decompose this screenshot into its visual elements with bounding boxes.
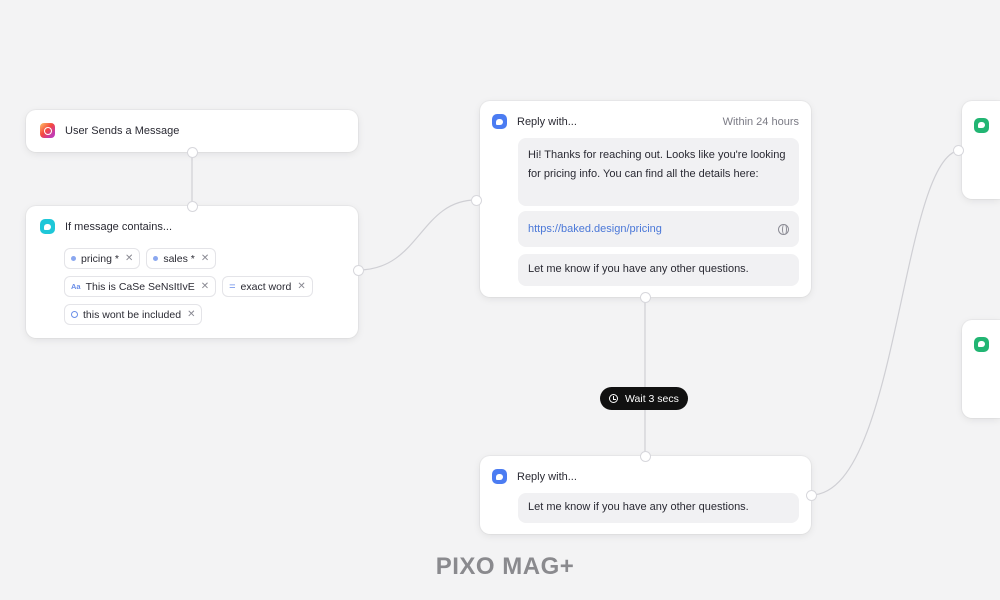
close-icon[interactable]: ✕ [201,253,209,264]
reply-2-input-port[interactable] [641,452,650,461]
keyword-chip-case-sensitive[interactable]: Aa This is CaSe SeNsItIvE ✕ [64,276,217,297]
chip-label: sales * [163,252,195,265]
next-node-1-input-port[interactable] [954,146,963,155]
instagram-icon [40,123,55,138]
chat-bubble-icon [492,469,507,484]
condition-node[interactable]: If message contains... pricing * ✕ sales… [26,206,358,338]
chip-label: This is CaSe SeNsItIvE [85,280,195,293]
trigger-header: User Sends a Message [40,123,344,138]
reply-2-message[interactable]: Let me know if you have any other questi… [518,493,799,523]
flow-canvas[interactable]: User Sends a Message If message contains… [0,0,1000,600]
reply-1-timing: Within 24 hours [722,115,799,128]
reply-1-link[interactable]: https://baked.design/pricing [518,211,799,247]
chat-bubble-icon [40,219,55,234]
chip-label: exact word [240,280,292,293]
reply-1-message[interactable]: Hi! Thanks for reaching out. Looks like … [518,138,799,206]
close-icon[interactable]: ✕ [187,309,195,320]
reply-1-output-port[interactable] [641,293,650,302]
condition-header: If message contains... [40,219,344,234]
link-text[interactable]: https://baked.design/pricing [528,220,662,239]
keyword-chip-exact-word[interactable]: = exact word ✕ [222,276,313,297]
close-icon[interactable]: ✕ [201,281,209,292]
keyword-chips: pricing * ✕ sales * ✕ Aa This is CaSe Se… [64,248,364,332]
keyword-chip-pricing[interactable]: pricing * ✕ [64,248,141,269]
equals-icon: = [229,280,236,293]
globe-icon [778,223,789,235]
next-node-1[interactable] [962,101,1000,199]
reply-node-1[interactable]: Reply with... Within 24 hours Hi! Thanks… [480,101,811,297]
chat-bubble-icon [492,114,507,129]
trigger-label: User Sends a Message [65,124,180,137]
case-sensitive-icon: Aa [71,282,81,291]
condition-label: If message contains... [65,220,172,233]
exclude-icon [71,311,78,318]
trigger-output-port[interactable] [188,148,197,157]
reply-1-header: Reply with... Within 24 hours [492,114,799,129]
next-node-2[interactable] [962,320,1000,418]
trigger-node[interactable]: User Sends a Message [26,110,358,152]
chat-bubble-icon [974,336,989,352]
reply-2-output-port[interactable] [807,491,816,500]
condition-output-port[interactable] [354,266,363,275]
chip-label: pricing * [81,252,119,265]
reply-1-followup[interactable]: Let me know if you have any other questi… [518,254,799,286]
chip-label: this wont be included [83,308,182,321]
wait-label: Wait 3 secs [625,392,679,405]
dot-icon [153,256,159,261]
keyword-chip-sales[interactable]: sales * ✕ [146,248,217,269]
close-icon[interactable]: ✕ [125,253,133,264]
watermark-logo: PIXO MAG+ [435,553,575,580]
reply-1-input-port[interactable] [472,196,481,205]
reply-node-2[interactable]: Reply with... Let me know if you have an… [480,456,811,534]
chat-bubble-icon [974,117,989,133]
reply-2-header: Reply with... [492,469,799,484]
condition-input-port[interactable] [188,202,197,211]
close-icon[interactable]: ✕ [297,281,305,292]
dot-icon [71,256,76,261]
keyword-chip-excluded[interactable]: this wont be included ✕ [64,304,203,325]
clock-icon [609,394,618,403]
reply-2-label: Reply with... [517,470,577,483]
reply-1-label: Reply with... [517,115,577,128]
wait-pill[interactable]: Wait 3 secs [600,387,688,410]
